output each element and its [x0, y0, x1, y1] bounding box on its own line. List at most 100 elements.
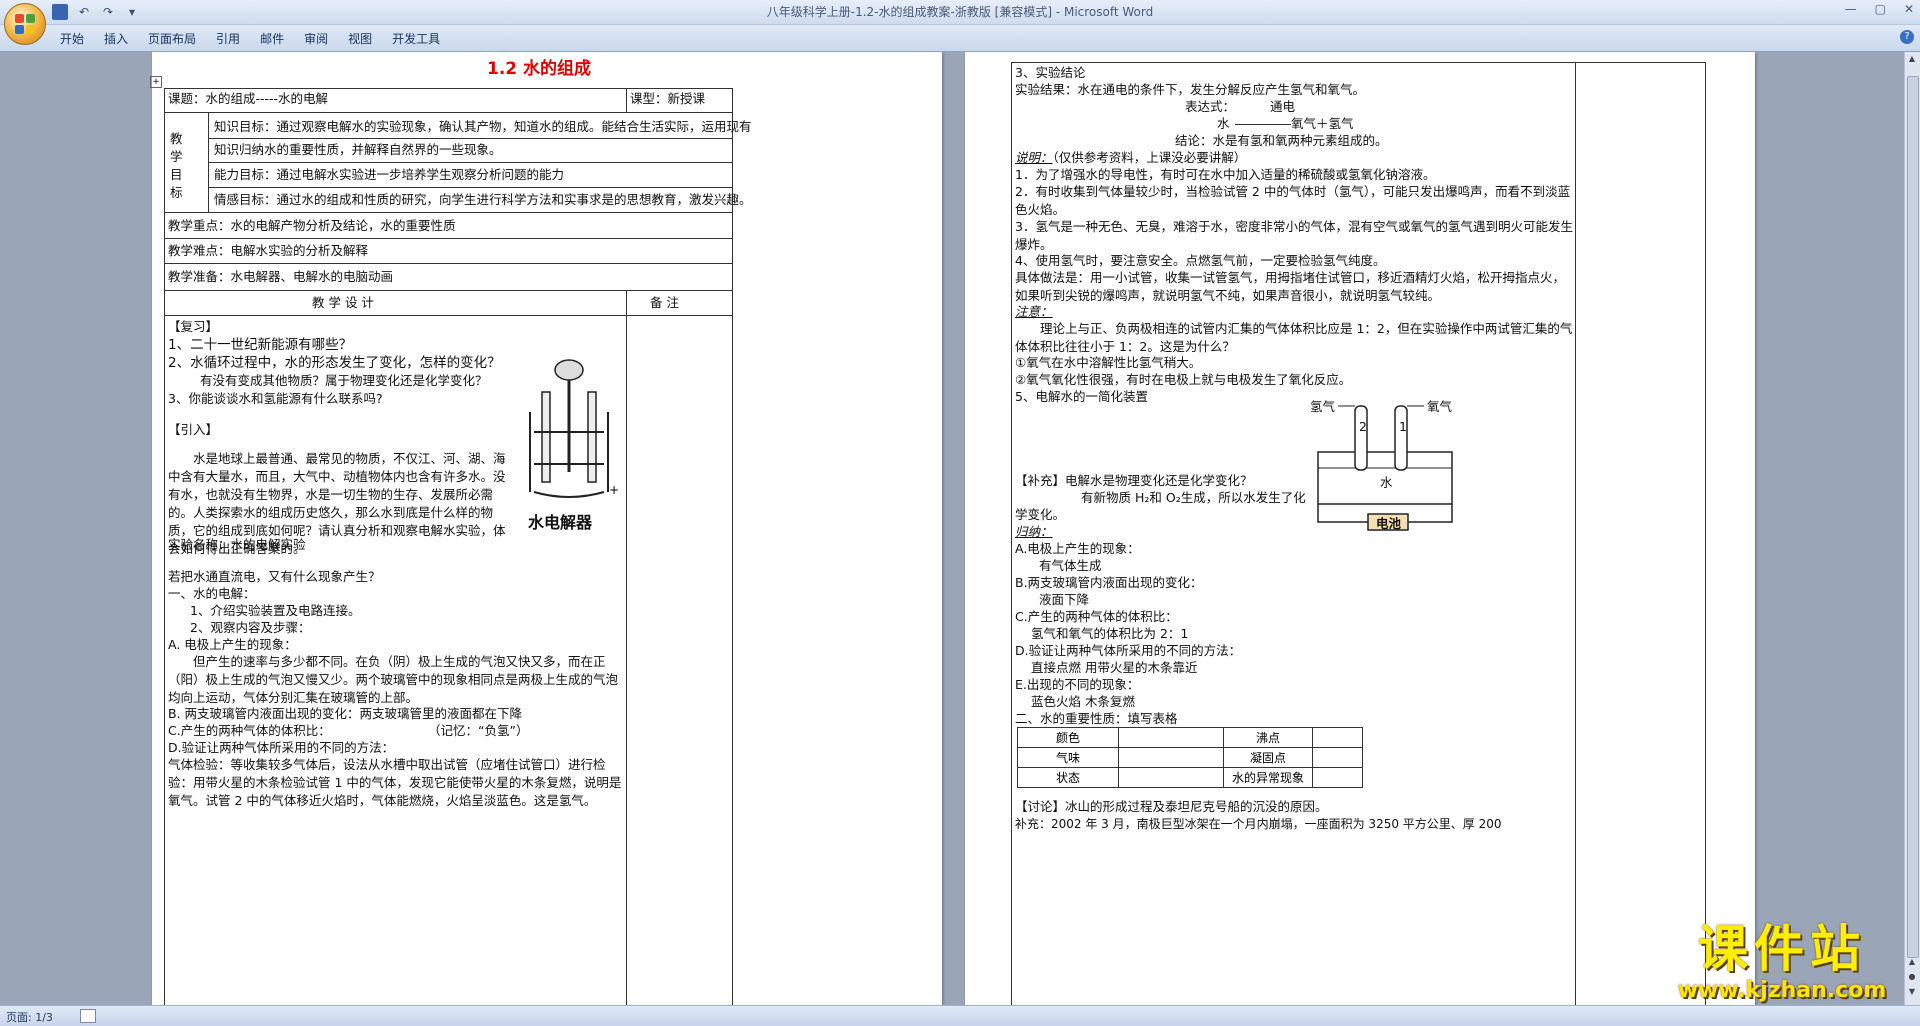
table-border	[164, 112, 732, 113]
goals-label: 教学目标	[170, 131, 183, 200]
lesson-type: 课型：新授课	[630, 91, 706, 106]
summary-e: E.出现的不同的现象：	[1015, 677, 1140, 692]
table-cell[interactable]	[1118, 747, 1224, 768]
select-browse-object-icon[interactable]: ●	[1907, 972, 1917, 982]
hydrogen-label: 氢气	[1310, 399, 1336, 414]
reason-1: ①氧气在水中溶解性比氢气稍大。	[1015, 355, 1202, 370]
table-border	[164, 238, 732, 239]
summary-d1: 直接点燃 用带火星的木条靠近	[1031, 660, 1198, 675]
tab-home[interactable]: 开始	[60, 30, 104, 47]
table-border	[164, 315, 732, 316]
plus-sign: +	[609, 483, 619, 497]
tab-developer[interactable]: 开发工具	[392, 30, 460, 47]
question-2b: 有没有变成其他物质？属于物理变化还是化学变化？	[200, 373, 488, 388]
tube-1-label: 1	[1399, 419, 1407, 434]
explanation-1: 1．为了增强水的导电性，有时可在水中加入适量的稀硫酸或氢氧化钠溶液。	[1015, 167, 1436, 182]
water-label: 水	[1380, 475, 1393, 490]
minimize-icon[interactable]: —	[1845, 2, 1857, 16]
summary-e1: 蓝色火焰 木条复燃	[1031, 694, 1135, 709]
close-icon[interactable]: ✕	[1904, 2, 1914, 16]
base	[533, 491, 605, 498]
test-method: 具体做法是：用一小试管，收集一试管氢气，用拇指堵住试管口，移近酒精灯火焰，松开拇…	[1015, 270, 1566, 303]
reaction-arrow	[1235, 124, 1291, 125]
office-logo-icon	[15, 14, 35, 34]
scroll-up-icon[interactable]: ▲	[1907, 54, 1917, 64]
discussion: 【讨论】冰山的形成过程及泰坦尼克号船的沉没的原因。	[1015, 799, 1328, 814]
electrolyzer-caption: 水电解器	[528, 513, 593, 532]
window-controls: — ▢ ✕	[1845, 2, 1914, 16]
summary-heading: 归纳：	[1015, 524, 1053, 539]
summary-a: A.电极上产生的现象：	[1015, 541, 1140, 556]
question-3: 3、你能谈谈水和氢能源有什么联系吗?	[168, 391, 383, 406]
item-d-text: 气体检验：等收集较多气体后，设法从水槽中取出试管（应堵住试管口）进行检验：用带火…	[168, 757, 622, 808]
table-row: 状态 水的异常现象	[1017, 767, 1363, 788]
scroll-thumb[interactable]	[1907, 76, 1919, 958]
simplified-device-heading: 5、电解水的一简化装置	[1015, 389, 1148, 404]
experiment-name: 实验名称：水的电解实验	[168, 537, 306, 552]
knowledge-goal-cont: 知识归纳水的重要性质，并解释自然界的一些现象。	[214, 142, 502, 157]
table-cell: 颜色	[1017, 727, 1119, 748]
conclusion: 结论：水是有氢和氧两种元素组成的。	[1175, 133, 1388, 148]
office-button[interactable]	[4, 3, 46, 45]
table-row: 颜色 沸点	[1017, 727, 1363, 748]
explanation-heading: 说明：（仅供参考资料，上课没必要讲解）	[1015, 150, 1247, 165]
tab-mailings[interactable]: 邮件	[260, 30, 304, 47]
design-header: 教 学 设 计	[312, 295, 374, 310]
teaching-prep: 教学准备：水电解器、电解水的电脑动画	[168, 269, 394, 284]
supplement-answer: 有新物质 H₂和 O₂生成，所以水发生了化	[1081, 490, 1306, 505]
table-cell[interactable]	[1312, 747, 1363, 768]
summary-b: B.两支玻璃管内液面出现的变化：	[1015, 575, 1203, 590]
teaching-key: 教学重点：水的电解产物分析及结论，水的重要性质	[168, 218, 456, 233]
title-bar: ↶ ↷ ▾ 八年级科学上册-1.2-水的组成教案-浙教版 [兼容模式] - Mi…	[0, 0, 1920, 25]
table-move-handle-icon[interactable]: +	[150, 76, 162, 88]
table-cell: 水的异常现象	[1223, 767, 1313, 788]
table-border	[208, 162, 732, 163]
table-border	[164, 88, 732, 89]
attention-heading: 注意：	[1015, 304, 1053, 319]
item-d: D.验证让两种气体所采用的不同的方法：	[168, 740, 395, 755]
vertical-scrollbar[interactable]: ▲ ▲ ● ▼	[1904, 52, 1920, 1005]
supplement-answer-cont: 学变化。	[1015, 507, 1066, 522]
summary-c1: 氢气和氧气的体积比为 2：1	[1031, 626, 1189, 641]
tube-2-label: 2	[1359, 419, 1367, 434]
table-cell[interactable]	[1118, 767, 1224, 788]
left-tube	[541, 391, 551, 483]
maximize-icon[interactable]: ▢	[1875, 2, 1886, 16]
ability-goal: 能力目标：通过电解水实验进一步培养学生观察分析问题的能力	[214, 167, 565, 182]
step-1a: 1、介绍实验装置及电路连接。	[190, 603, 361, 618]
tab-references[interactable]: 引用	[216, 30, 260, 47]
teaching-difficulty: 教学难点：电解水实验的分析及解释	[168, 243, 369, 258]
status-bar: 页面: 1/3	[0, 1005, 1920, 1026]
help-icon[interactable]: ?	[1900, 30, 1914, 44]
conclusion-heading: 3、实验结论	[1015, 65, 1086, 80]
table-border	[1011, 62, 1012, 1005]
next-page-icon[interactable]: ▼	[1907, 987, 1917, 997]
review-heading: 【复习】	[168, 319, 219, 334]
table-cell[interactable]	[1312, 727, 1363, 748]
table-cell[interactable]	[1312, 767, 1363, 788]
table-border	[208, 138, 732, 139]
watermark-url: www.kjzhan.com	[1677, 978, 1887, 1003]
explanation-3: 3．氢气是一种无色、无臭，难溶于水，密度非常小的气体，混有空气或氧气的氢气遇到明…	[1015, 219, 1573, 252]
notes-header: 备 注	[650, 295, 679, 310]
previous-page-icon[interactable]: ▲	[1907, 957, 1917, 967]
tab-view[interactable]: 视图	[348, 30, 392, 47]
tab-review[interactable]: 审阅	[304, 30, 348, 47]
tab-page-layout[interactable]: 页面布局	[148, 30, 216, 47]
properties-heading: 二、水的重要性质：填写表格	[1015, 711, 1178, 726]
tube-2	[1354, 405, 1368, 471]
table-cell[interactable]	[1118, 727, 1224, 748]
reason-2: ②氧气氧化性很强，有时在电极上就与电极发生了氧化反应。	[1015, 372, 1352, 387]
page-1: + 1.2 水的组成 课题：水的组成-----水的电解 课型：新授课 教学目标 …	[150, 52, 942, 1005]
electrolyzer-image: +	[529, 359, 619, 498]
item-b: B. 两支玻璃管内液面出现的变化：两支玻璃管里的液面都在下降	[168, 706, 523, 721]
summary-d: D.验证让两种气体所采用的不同的方法：	[1015, 643, 1242, 658]
table-cell: 凝固点	[1223, 747, 1313, 768]
table-border	[1705, 62, 1706, 1005]
section-1: 一、水的电解：	[168, 586, 256, 601]
page-count[interactable]: 页面: 1/3	[6, 1009, 53, 1025]
question-2: 2、水循环过程中，水的形态发生了变化，怎样的变化？	[168, 355, 501, 371]
tab-insert[interactable]: 插入	[104, 30, 148, 47]
proofing-icon[interactable]	[80, 1009, 96, 1023]
item-c-note: （记忆：“负氢”）	[428, 723, 529, 738]
